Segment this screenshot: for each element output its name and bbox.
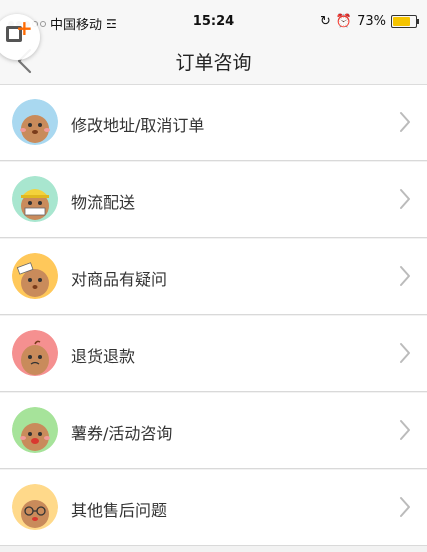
- menu-item-label: 退货退款: [71, 347, 136, 366]
- status-bar: 中国移动 ☲ 15:24 ↻ ⏰ 73%: [0, 8, 427, 36]
- menu-item-return-refund[interactable]: 退货退款: [0, 316, 427, 392]
- menu-item-product-question[interactable]: 对商品有疑问: [0, 239, 427, 315]
- alarm-icon: ⏰: [335, 14, 353, 29]
- chevron-right-icon: [400, 420, 410, 440]
- menu-item-label: 修改地址/取消订单: [71, 116, 205, 135]
- chevron-right-icon: [400, 343, 410, 363]
- battery-icon: [391, 15, 419, 28]
- avatar: [12, 99, 58, 145]
- avatar: [12, 407, 58, 453]
- status-right: ↻ ⏰ 73%: [320, 14, 419, 29]
- menu-item-other-after-sales[interactable]: 其他售后问题: [0, 470, 427, 546]
- chevron-right-icon: [400, 112, 410, 132]
- avatar: [12, 176, 58, 222]
- menu-item-label: 薯券/活动咨询: [71, 424, 173, 443]
- bottom-spacer: [0, 546, 427, 552]
- navigation-bar: 订单咨询: [0, 36, 427, 85]
- rotation-lock-icon: ↻: [320, 14, 331, 29]
- consult-menu-list: 修改地址/取消订单 物流配送 对商品有疑问 退货退款 薯券/活动咨询 其他售后问…: [0, 85, 427, 547]
- chevron-right-icon: [400, 189, 410, 209]
- menu-item-label: 对商品有疑问: [71, 270, 168, 289]
- avatar: [12, 253, 58, 299]
- menu-item-coupon-activity[interactable]: 薯券/活动咨询: [0, 393, 427, 469]
- menu-item-edit-address-cancel-order[interactable]: 修改地址/取消订单: [0, 85, 427, 161]
- chevron-right-icon: [400, 497, 410, 517]
- chevron-right-icon: [400, 266, 410, 286]
- top-cropped-text: [0, 0, 427, 8]
- battery-percent: 73%: [357, 14, 386, 29]
- avatar: [12, 484, 58, 530]
- menu-item-label: 其他售后问题: [71, 501, 168, 520]
- avatar: [12, 330, 58, 376]
- page-title: 订单咨询: [175, 52, 252, 74]
- menu-item-label: 物流配送: [71, 193, 136, 212]
- menu-item-logistics[interactable]: 物流配送: [0, 162, 427, 238]
